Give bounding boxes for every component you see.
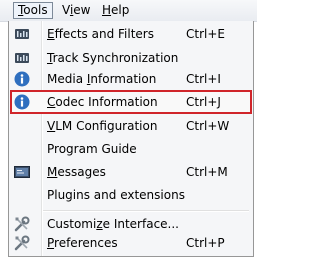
label-rest: LM Configuration — [55, 119, 158, 133]
menu-item-shortcut: Ctrl+M — [186, 165, 228, 179]
mnemonic-m: M — [47, 165, 58, 179]
mnemonic-p: P — [47, 236, 55, 250]
menu-item-label: Track Synchronization — [47, 47, 178, 69]
menu-help-mnemonic: H — [102, 3, 112, 17]
menu-view-label-rest: ew — [73, 3, 91, 17]
menu-bar: Tools View Help — [0, 0, 257, 22]
menu-item-label: VLM Configuration — [47, 115, 157, 137]
menu-item-shortcut: Ctrl+E — [186, 27, 225, 41]
info-icon — [14, 94, 30, 110]
menu-item-program-guide[interactable]: Program Guide — [10, 138, 252, 160]
menu-item-label: Codec Information — [47, 90, 158, 114]
menu-help[interactable]: Help — [98, 2, 133, 19]
menu-item-label: Media Information — [47, 68, 156, 90]
menu-item-label: Messages — [47, 161, 106, 183]
equalizer-icon — [14, 26, 30, 42]
tools-icon — [14, 235, 30, 251]
label-rest: essages — [57, 165, 106, 179]
menu-item-shortcut: Ctrl+I — [186, 72, 221, 86]
mnemonic-v: V — [47, 119, 56, 133]
label-rest: references — [54, 236, 118, 250]
menu-help-label-rest: elp — [111, 3, 130, 17]
menu-item-shortcut: Ctrl+P — [186, 236, 225, 250]
label-rest: nformation — [90, 72, 157, 86]
info-icon — [14, 71, 30, 87]
menu-item-shortcut: Ctrl+J — [186, 95, 221, 109]
label-rest: odec Information — [55, 95, 158, 109]
terminal-icon — [14, 164, 30, 180]
menu-item-vlm-configuration[interactable]: VLM Configuration Ctrl+W — [10, 115, 252, 137]
menu-tools-label-rest: ools — [23, 3, 48, 17]
menu-item-label: Effects and Filters — [47, 23, 154, 45]
equalizer-icon — [14, 50, 30, 66]
menu-view-label-first: V — [62, 3, 70, 17]
tools-icon — [14, 216, 30, 232]
tools-dropdown-menu: Effects and Filters Ctrl+E Track Synchro… — [8, 21, 254, 257]
menu-item-codec-information[interactable]: Codec Information Ctrl+J — [10, 90, 252, 114]
menu-item-label: Plugins and extensions — [47, 188, 185, 202]
label-start: Customi — [47, 217, 97, 231]
menu-separator — [43, 210, 249, 212]
menu-item-shortcut: Ctrl+W — [186, 119, 230, 133]
menu-item-label: Program Guide — [47, 142, 137, 156]
menu-tools[interactable]: Tools — [13, 2, 53, 19]
menu-item-preferences[interactable]: Preferences Ctrl+P — [10, 232, 252, 254]
menu-item-track-synchronization[interactable]: Track Synchronization — [10, 47, 252, 69]
menu-item-effects-and-filters[interactable]: Effects and Filters Ctrl+E — [10, 23, 252, 45]
mnemonic-e: E — [47, 27, 55, 41]
label-rest: e Interface... — [102, 217, 179, 231]
menu-item-plugins-and-extensions[interactable]: Plugins and extensions — [10, 184, 252, 206]
menu-item-label: Preferences — [47, 232, 118, 254]
label-rest: ffects and Filters — [54, 27, 154, 41]
menu-view[interactable]: View — [58, 2, 95, 19]
menu-item-messages[interactable]: Messages Ctrl+M — [10, 161, 252, 183]
menu-item-media-information[interactable]: Media Information Ctrl+I — [10, 68, 252, 90]
label-rest: rack Synchronization — [52, 51, 179, 65]
label-start: Media — [47, 72, 87, 86]
